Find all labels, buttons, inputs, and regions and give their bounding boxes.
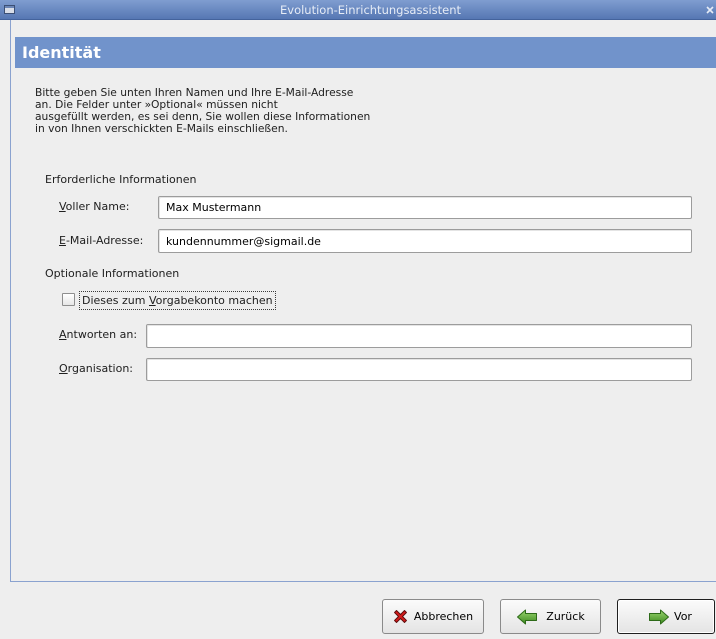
mnemonic-underline: V <box>59 200 66 213</box>
default-account-checkbox[interactable] <box>62 293 75 306</box>
intro-line: in von Ihnen verschickten E-Mails einsch… <box>35 122 288 135</box>
back-button-label: Zurück <box>546 610 585 623</box>
forward-button-label: Vor <box>674 610 692 623</box>
organization-input[interactable] <box>146 358 692 381</box>
mnemonic-underline: V <box>148 294 156 307</box>
forward-button[interactable]: Vor <box>617 599 715 634</box>
close-icon[interactable] <box>706 6 714 14</box>
arrow-left-icon <box>517 609 538 624</box>
cancel-button-label: Abbrechen <box>413 610 474 623</box>
window-title: Evolution-Einrichtungsassistent <box>280 3 462 17</box>
full-name-label: Voller Name: <box>59 200 130 213</box>
mnemonic-underline: E <box>59 234 66 247</box>
back-button[interactable]: Zurück <box>500 599 601 634</box>
cancel-icon <box>393 610 407 623</box>
window-titlebar[interactable]: Evolution-Einrichtungsassistent <box>0 0 716 20</box>
reply-to-input[interactable] <box>146 324 692 348</box>
email-label: E-Mail-Adresse: <box>59 234 144 247</box>
organization-label: Organisation: <box>59 362 134 375</box>
cancel-button[interactable]: Abbrechen <box>382 599 484 634</box>
full-name-input[interactable] <box>158 196 692 219</box>
email-input[interactable] <box>158 229 692 253</box>
intro-text: Bitte geben Sie unten Ihren Namen und Ih… <box>35 87 370 135</box>
default-account-label[interactable]: Dieses zum Vorgabekonto machen <box>79 291 276 310</box>
page-title: Identität <box>22 43 101 62</box>
optional-section-heading: Optionale Informationen <box>45 267 180 280</box>
mnemonic-underline: O <box>59 362 68 375</box>
window-menu-icon[interactable] <box>4 5 15 14</box>
arrow-right-icon <box>649 609 670 624</box>
reply-to-label: Antworten an: <box>59 328 138 341</box>
mnemonic-underline: A <box>59 328 67 341</box>
page-header: Identität <box>15 37 716 68</box>
required-section-heading: Erforderliche Informationen <box>45 173 197 186</box>
